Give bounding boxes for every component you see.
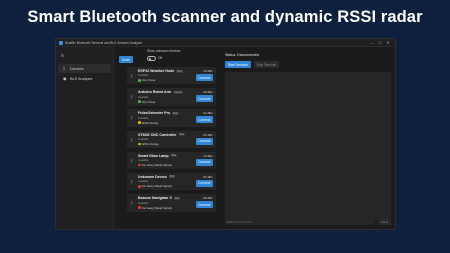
stop-terminal-button[interactable]: Stop Terminal [253, 61, 280, 68]
terminal-output [225, 72, 391, 220]
device-name: Smart Glow Lamp [138, 153, 169, 158]
device-name: Beacon Navigator X [138, 196, 172, 201]
minimize-icon[interactable]: — [368, 40, 376, 45]
device-card[interactable]: ᛒ Arduino Robot Arm Classic Available Very C… [127, 88, 216, 106]
device-card[interactable]: ᛒ Unknown Device BLE Available Far Away (Wea… [127, 172, 216, 191]
device-distance: Within Range [141, 141, 159, 146]
device-card[interactable]: ᛒ ESP32 Weather Node BLE Available Very Clos… [127, 67, 216, 85]
sidebar: ≡ ᛒ Devices ◉ BLE Analyzer [56, 47, 114, 229]
connect-button[interactable]: Connect [195, 201, 213, 209]
signal-dot-icon [138, 121, 141, 125]
connect-button[interactable]: Connect [195, 74, 213, 81]
device-rssi: -79 dBm [202, 153, 213, 158]
connection-status: Status: Disconnected [225, 53, 259, 57]
bluetooth-icon: ᛒ [130, 157, 134, 163]
signal-dot-icon [138, 206, 141, 209]
start-terminal-button[interactable]: Start Terminal [225, 61, 251, 68]
device-name: STM32 CNC Controller [138, 132, 177, 137]
radar-icon: ◉ [63, 76, 67, 81]
title-bar: BlueBlu Bluetooth Terminal and BLE Scann… [56, 39, 395, 47]
app-window: BlueBlu Bluetooth Terminal and BLE Scann… [55, 38, 396, 230]
signal-dot-icon [138, 142, 141, 146]
device-name: Arduino Robot Arm [138, 90, 172, 95]
device-list: ᛒ ESP32 Weather Node BLE Available Very Clos… [117, 67, 216, 212]
device-name: ESP32 Weather Node [138, 69, 175, 73]
device-rssi: -48 dBm [202, 90, 213, 95]
menu-icon[interactable]: ≡ [56, 53, 113, 64]
device-name: PulseOximeter Pro [138, 111, 171, 116]
unknown-devices-label: Show unknown devices [147, 49, 181, 53]
device-rssi: -88 dBm [202, 196, 213, 201]
toggle-state: Off [158, 56, 163, 61]
device-rssi: -83 dBm [202, 174, 213, 179]
connect-button[interactable]: Connect [195, 158, 213, 166]
device-type-badge: BLE [170, 154, 178, 158]
send-button[interactable]: Send [377, 218, 391, 225]
device-rssi: -62 dBm [202, 111, 213, 116]
scan-button[interactable]: Scan [119, 56, 133, 63]
sidebar-item-label: Devices [70, 66, 84, 71]
message-input[interactable]: Enter text to send... [225, 218, 375, 225]
window-title: BlueBlu Bluetooth Terminal and BLE Scann… [65, 40, 143, 45]
device-type-badge: BLE [178, 133, 186, 137]
device-name: Unknown Device [138, 174, 167, 179]
device-type-badge: BLE [168, 175, 176, 179]
device-distance: Within Range [141, 120, 159, 125]
sidebar-item-devices[interactable]: ᛒ Devices [58, 64, 111, 73]
sidebar-item-ble-analyzer[interactable]: ◉ BLE Analyzer [58, 74, 111, 83]
device-distance: Far Away (Weak Signal) [141, 205, 172, 210]
device-type-badge: BLE [173, 196, 181, 200]
connect-button[interactable]: Connect [195, 137, 213, 145]
bluetooth-icon: ᛒ [63, 66, 66, 71]
bluetooth-icon: ᛒ [130, 115, 134, 121]
device-distance: Far Away (Weak Signal) [141, 184, 172, 189]
device-distance: Very Close [141, 78, 156, 83]
bluetooth-icon: ᛒ [130, 94, 134, 100]
connect-button[interactable]: Connect [195, 95, 213, 103]
terminal-panel: Status: Disconnected Start Terminal Stop… [219, 47, 395, 229]
signal-dot-icon [138, 79, 141, 82]
app-icon [59, 40, 63, 45]
device-distance: Very Close [141, 99, 156, 104]
bluetooth-icon: ᛒ [130, 136, 134, 142]
connect-button[interactable]: Connect [195, 179, 213, 187]
unknown-devices-setting: Show unknown devices Off [147, 49, 180, 61]
device-rssi: -66 dBm [202, 132, 213, 137]
device-card[interactable]: ᛒ PulseOximeter Pro BLE Available Within Ran… [127, 109, 216, 127]
bluetooth-icon: ᛒ [130, 200, 134, 206]
device-card[interactable]: ᛒ Smart Glow Lamp BLE Available Far Away (We… [127, 151, 216, 170]
device-panel: Scan Show unknown devices Off ᛒ ESP32 Wea… [114, 47, 219, 229]
device-card[interactable]: ᛒ STM32 CNC Controller BLE Available Within … [127, 130, 216, 148]
page-headline: Smart Bluetooth scanner and dynamic RSSI… [27, 8, 423, 26]
bluetooth-icon: ᛒ [130, 178, 134, 184]
bluetooth-icon: ᛒ [130, 73, 134, 78]
sidebar-item-label: BLE Analyzer [70, 76, 93, 81]
device-rssi: -45 dBm [202, 69, 213, 73]
signal-dot-icon [138, 185, 141, 188]
device-type-badge: BLE [176, 69, 183, 73]
device-distance: Far Away (Weak Signal) [141, 163, 172, 168]
connect-button[interactable]: Connect [195, 116, 213, 124]
device-type-badge: Classic [173, 90, 183, 94]
close-icon[interactable]: ✕ [384, 40, 392, 45]
maximize-icon[interactable]: ☐ [376, 40, 384, 45]
device-type-badge: BLE [172, 111, 179, 115]
signal-dot-icon [138, 163, 141, 167]
signal-dot-icon [138, 100, 141, 103]
device-card[interactable]: ᛒ Beacon Navigator X BLE Available Far Away … [127, 194, 216, 212]
unknown-devices-toggle[interactable] [147, 56, 156, 61]
